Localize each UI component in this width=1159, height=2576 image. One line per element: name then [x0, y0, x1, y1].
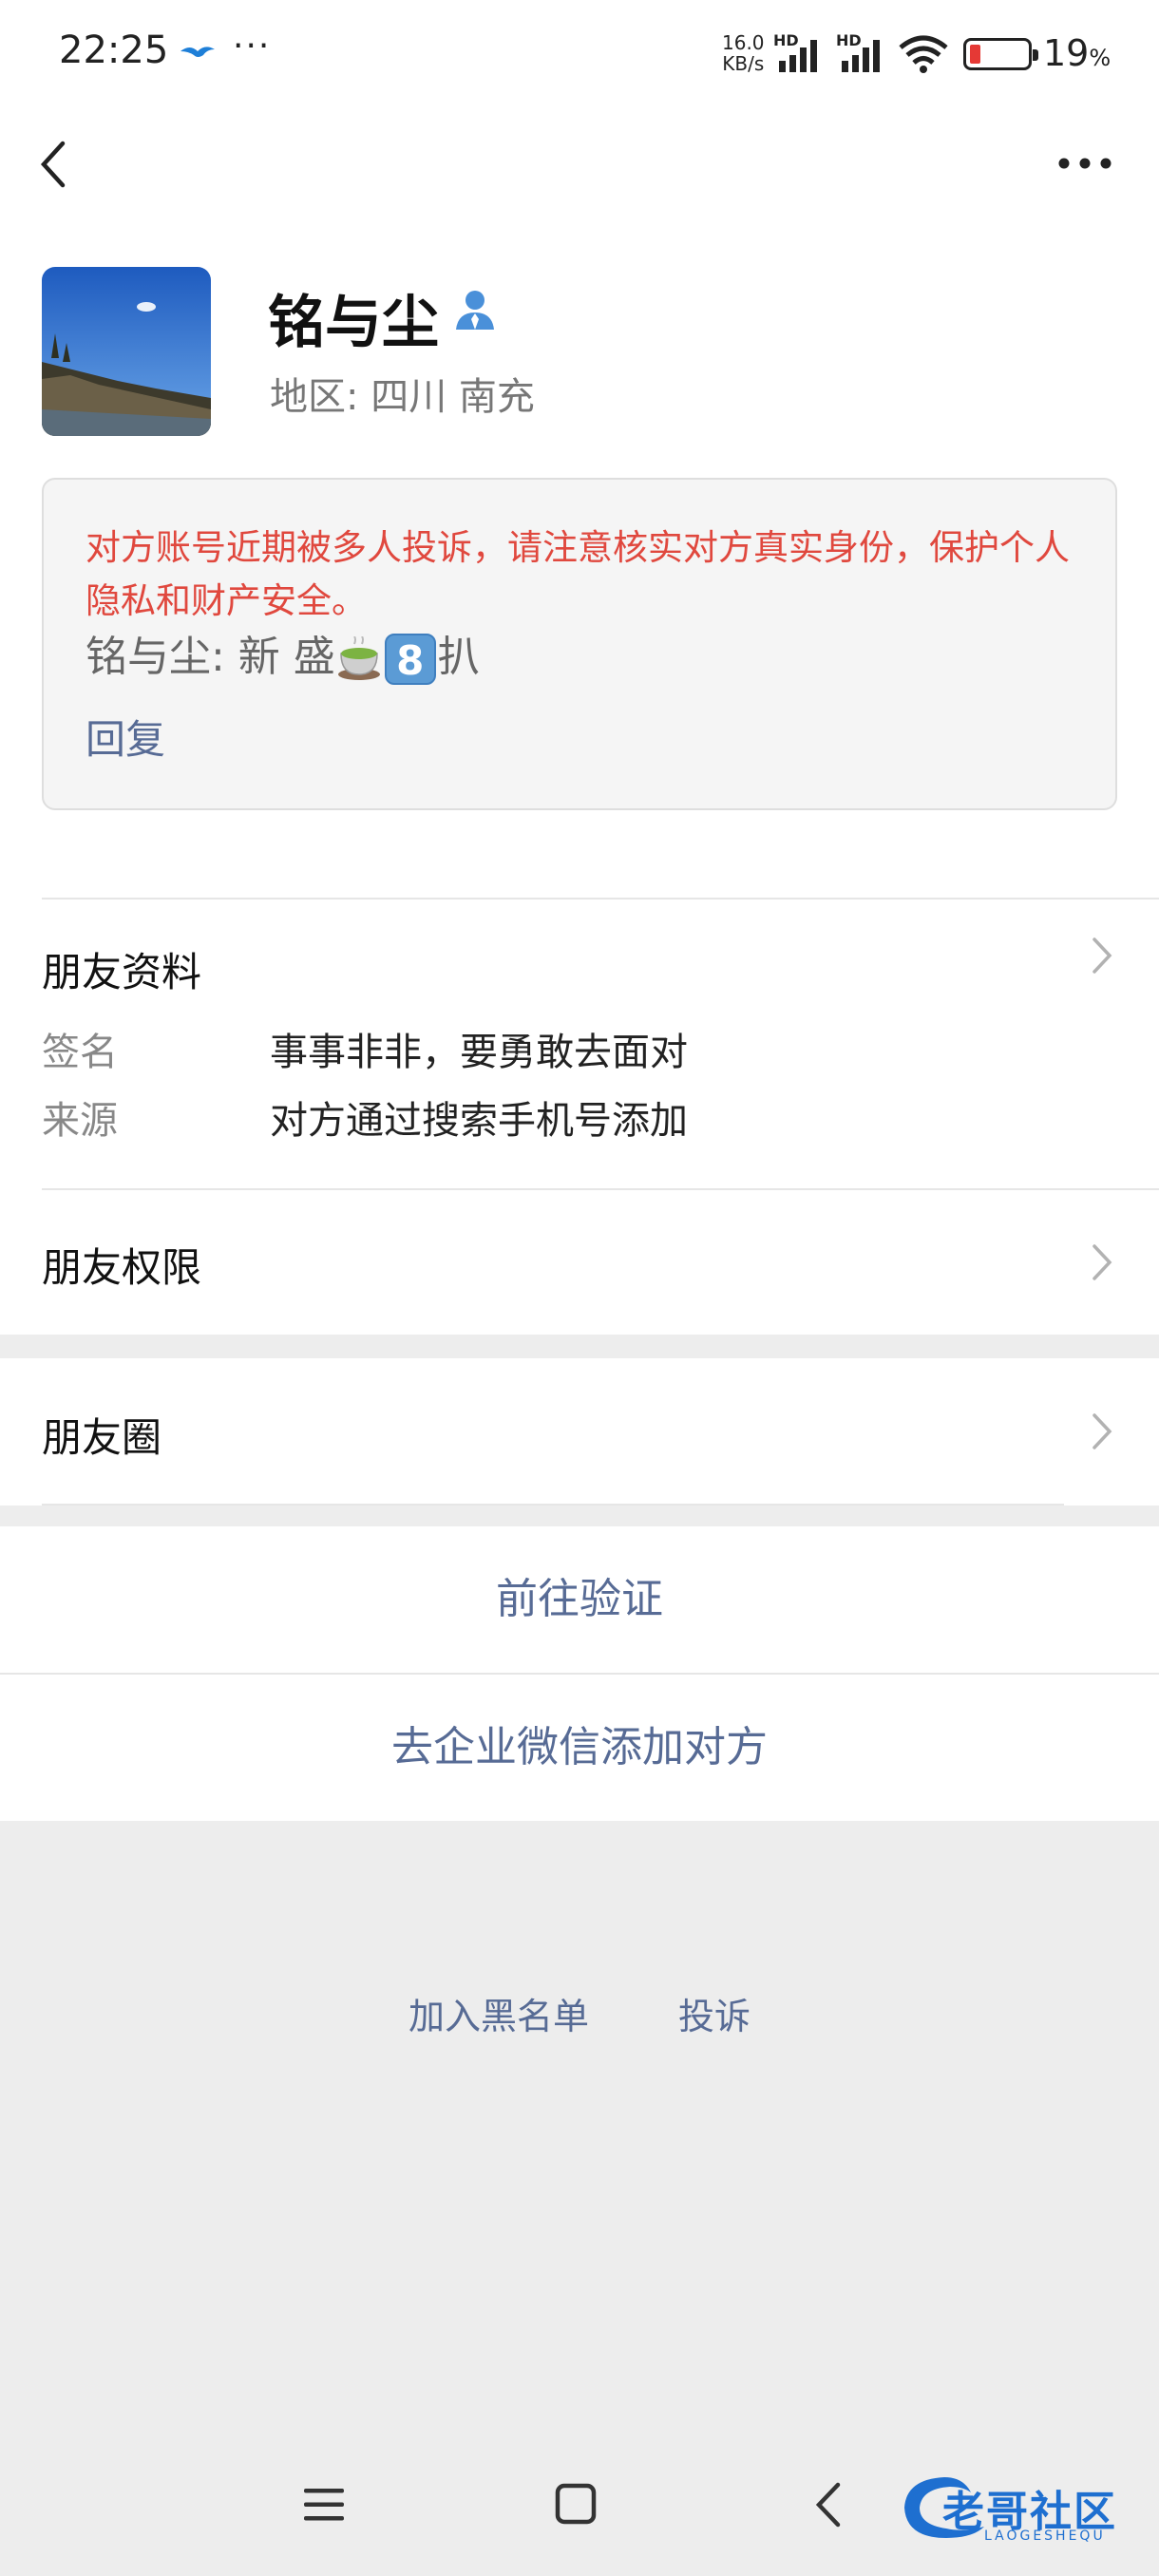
- signal-strength-icon: [779, 40, 817, 72]
- friend-info-section: 朋友资料 签名 事事非非，要勇敢去面对 来源 对方通过搜索手机号添加 朋友权限: [0, 898, 1159, 1335]
- network-speed-value: 16.0: [722, 31, 765, 54]
- battery-level: [970, 45, 980, 64]
- watermark-subtext: LAOGESHEQU: [984, 2529, 1106, 2544]
- greeting-prefix: 铭与尘: 新 盛: [86, 633, 335, 681]
- battery-icon: [963, 38, 1038, 70]
- more-dots-icon[interactable]: [1056, 157, 1113, 170]
- chevron-right-icon: [1092, 938, 1112, 974]
- source-value: 对方通过搜索手机号添加: [270, 1099, 688, 1143]
- friend-permissions-label: 朋友权限: [42, 1244, 202, 1291]
- chevron-right-icon: [1092, 1413, 1112, 1449]
- source-key: 来源: [42, 1099, 118, 1143]
- battery-percent-unit: %: [1089, 45, 1112, 71]
- network-speed-unit: KB/s: [722, 52, 765, 75]
- back-chevron-icon[interactable]: [36, 140, 70, 189]
- more-notifications-icon: ···: [233, 27, 272, 66]
- signal-strength-2-icon: [842, 40, 880, 72]
- friend-permissions-row[interactable]: 朋友权限: [0, 1190, 1159, 1335]
- home-icon[interactable]: [555, 2483, 597, 2525]
- keycap-digit-icon: 8: [384, 634, 436, 685]
- reply-link[interactable]: 回复: [86, 708, 165, 766]
- notification-bird-icon: [180, 47, 215, 57]
- chevron-right-icon: [1092, 1244, 1112, 1280]
- greeting-suffix: 扒: [437, 633, 480, 681]
- region-text: 地区: 四川 南充: [270, 375, 535, 419]
- avatar[interactable]: [42, 267, 211, 436]
- warning-card: 对方账号近期被多人投诉，请注意核实对方真实身份，保护个人隐私和财产安全。 铭与尘…: [42, 478, 1117, 810]
- report-link[interactable]: 投诉: [678, 1987, 750, 2039]
- top-nav: [0, 109, 1159, 214]
- moments-row[interactable]: 朋友圈: [0, 1358, 1159, 1506]
- battery-percent: 19%: [1043, 32, 1111, 74]
- add-to-blacklist-link[interactable]: 加入黑名单: [408, 1987, 589, 2039]
- greeting-message: 铭与尘: 新 盛 8扒: [86, 622, 480, 685]
- battery-percent-value: 19: [1043, 32, 1090, 74]
- warning-text: 对方账号近期被多人投诉，请注意核实对方真实身份，保护个人隐私和财产安全。: [86, 527, 1070, 621]
- go-verify-button[interactable]: 前往验证: [0, 1526, 1159, 1673]
- signature-value: 事事非非，要勇敢去面对: [270, 1031, 688, 1074]
- network-speed: 16.0 KB/s: [722, 32, 765, 74]
- wifi-icon: [899, 35, 948, 73]
- back-nav-icon[interactable]: [813, 2481, 844, 2529]
- friend-info-title: 朋友资料: [42, 949, 202, 995]
- watermark-logo: 老哥社区 LAOGESHEQU: [897, 2470, 1144, 2546]
- moments-label: 朋友圈: [42, 1414, 162, 1461]
- status-time: 22:25: [59, 28, 169, 72]
- wecom-add-button[interactable]: 去企业微信添加对方: [0, 1675, 1159, 1821]
- section-gap: [0, 1506, 1159, 1526]
- tea-cup-icon: [337, 636, 380, 680]
- profile-name: 铭与尘: [268, 290, 439, 356]
- profile-card: 铭与尘 地区: 四川 南充 对方账号近期被多人投诉，请注意核实对方真实身份，保护…: [0, 214, 1159, 898]
- status-bar: 22:25 ··· 16.0 KB/s HD HD 19%: [0, 0, 1159, 109]
- menu-icon[interactable]: [302, 2485, 346, 2525]
- signature-key: 签名: [42, 1031, 118, 1074]
- section-gap: [0, 1335, 1159, 1358]
- friend-info-row[interactable]: 朋友资料 签名 事事非非，要勇敢去面对 来源 对方通过搜索手机号添加: [0, 898, 1159, 1183]
- verified-person-icon: [456, 291, 494, 330]
